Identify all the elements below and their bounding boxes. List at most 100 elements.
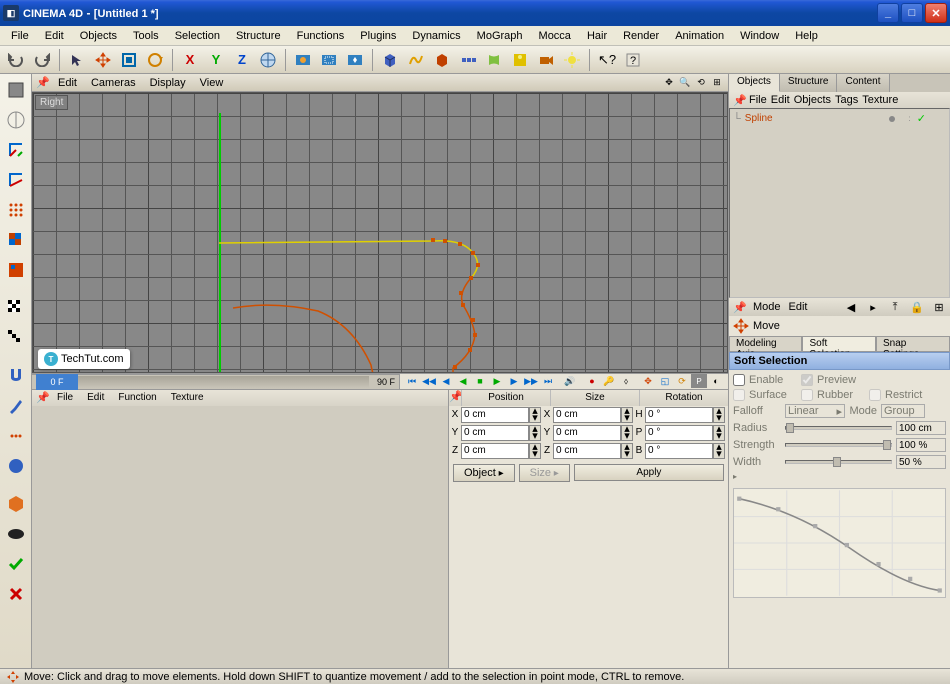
- mat-menu-function[interactable]: Function: [113, 391, 161, 404]
- spinner[interactable]: ▴▾: [713, 425, 725, 441]
- spinner[interactable]: ▴▾: [713, 443, 725, 459]
- magnet-tool[interactable]: [2, 362, 30, 390]
- menu-animation[interactable]: Animation: [668, 28, 731, 44]
- falloff-select[interactable]: Linear▸: [785, 404, 845, 418]
- environment-object[interactable]: [508, 48, 532, 72]
- model-mode[interactable]: [2, 76, 30, 104]
- brush-tool[interactable]: [2, 392, 30, 420]
- up-level-icon[interactable]: ⤒: [888, 300, 902, 314]
- pin-icon[interactable]: 📌: [733, 94, 745, 107]
- radius-slider[interactable]: [785, 426, 892, 430]
- history-fwd-icon[interactable]: ▸: [866, 300, 880, 314]
- edge-mode[interactable]: [2, 166, 30, 194]
- undo-button[interactable]: [4, 48, 28, 72]
- menu-structure[interactable]: Structure: [229, 28, 288, 44]
- cube-primitive[interactable]: [378, 48, 402, 72]
- object-axis-mode[interactable]: [2, 106, 30, 134]
- render-view[interactable]: [291, 48, 315, 72]
- autokey-button[interactable]: 🔑: [601, 374, 617, 388]
- polygon-mode[interactable]: [2, 196, 30, 224]
- menu-selection[interactable]: Selection: [168, 28, 227, 44]
- key-param-button[interactable]: P: [691, 374, 707, 388]
- play-back-button[interactable]: ◀: [455, 374, 471, 388]
- tab-soft-selection[interactable]: Soft Selection: [802, 336, 876, 352]
- y-axis-lock[interactable]: Y: [204, 48, 228, 72]
- reject-tool[interactable]: [2, 580, 30, 608]
- spinner[interactable]: ▴▾: [713, 407, 725, 423]
- viewport-menu-display[interactable]: Display: [144, 76, 192, 90]
- move-tool[interactable]: [91, 48, 115, 72]
- obj-menu-tags[interactable]: Tags: [835, 94, 858, 106]
- menu-icon[interactable]: ⊞: [932, 300, 946, 314]
- rotate-tool[interactable]: [143, 48, 167, 72]
- menu-render[interactable]: Render: [616, 28, 666, 44]
- help-pointer[interactable]: ↖?: [595, 48, 619, 72]
- redo-button[interactable]: [30, 48, 54, 72]
- history-back-icon[interactable]: ◀: [844, 300, 858, 314]
- falloff-curve[interactable]: [733, 488, 946, 598]
- mat-menu-texture[interactable]: Texture: [166, 391, 209, 404]
- render-settings[interactable]: [343, 48, 367, 72]
- make-editable[interactable]: [2, 490, 30, 518]
- strength-input[interactable]: [896, 438, 946, 452]
- coord-size-select[interactable]: Size ▸: [519, 464, 570, 482]
- menu-plugins[interactable]: Plugins: [353, 28, 403, 44]
- viewport-move-icon[interactable]: ✥: [662, 76, 676, 90]
- tree-item-spline[interactable]: └ Spline : ✓: [732, 111, 947, 126]
- timeline[interactable]: 0 F 90 F: [32, 374, 399, 390]
- radius-input[interactable]: [896, 421, 946, 435]
- mat-menu-file[interactable]: File: [52, 391, 78, 404]
- menu-mocca[interactable]: Mocca: [532, 28, 578, 44]
- maximize-button[interactable]: □: [901, 3, 923, 23]
- next-frame-button[interactable]: ▶: [506, 374, 522, 388]
- pin-icon[interactable]: 📌: [449, 390, 461, 406]
- lock-icon[interactable]: 🔒: [910, 300, 924, 314]
- sound-button[interactable]: 🔊: [562, 374, 578, 388]
- pos-z-input[interactable]: [461, 443, 529, 459]
- camera-object[interactable]: [534, 48, 558, 72]
- menu-hair[interactable]: Hair: [580, 28, 614, 44]
- spinner[interactable]: ▴▾: [621, 443, 633, 459]
- scale-tool[interactable]: [117, 48, 141, 72]
- menu-dynamics[interactable]: Dynamics: [405, 28, 467, 44]
- spinner[interactable]: ▴▾: [621, 425, 633, 441]
- viewport-pin-icon[interactable]: 📌: [36, 76, 50, 90]
- mat-menu-edit[interactable]: Edit: [82, 391, 109, 404]
- prev-frame-button[interactable]: ◀: [438, 374, 454, 388]
- pin-icon[interactable]: 📌: [733, 301, 745, 314]
- coord-system[interactable]: [256, 48, 280, 72]
- size-y-input[interactable]: [553, 425, 621, 441]
- viewport-menu-view[interactable]: View: [194, 76, 230, 90]
- obj-menu-file[interactable]: File: [749, 94, 767, 106]
- spinner[interactable]: ▴▾: [621, 407, 633, 423]
- key-rot-button[interactable]: ⟳: [674, 374, 690, 388]
- strength-slider[interactable]: [785, 443, 892, 447]
- menu-window[interactable]: Window: [733, 28, 786, 44]
- size-x-input[interactable]: [553, 407, 621, 423]
- menu-help[interactable]: Help: [788, 28, 825, 44]
- object-tree[interactable]: └ Spline : ✓: [729, 108, 950, 298]
- checker-tool[interactable]: [2, 294, 30, 322]
- width-input[interactable]: [896, 455, 946, 469]
- enable-checkbox[interactable]: [733, 374, 745, 386]
- uv-points-mode[interactable]: [2, 256, 30, 284]
- deformer-object[interactable]: [482, 48, 506, 72]
- key-pos-button[interactable]: ✥: [640, 374, 656, 388]
- viewport-rotate-icon[interactable]: ⟲: [694, 76, 708, 90]
- viewport-toggle-icon[interactable]: ⊞: [710, 76, 724, 90]
- pos-x-input[interactable]: [461, 407, 529, 423]
- key-options[interactable]: ⬨: [618, 374, 634, 388]
- visibility-check-icon[interactable]: ✓: [917, 112, 926, 125]
- accept-tool[interactable]: [2, 550, 30, 578]
- menu-edit[interactable]: Edit: [38, 28, 71, 44]
- key-pla-button[interactable]: ◐: [708, 374, 724, 388]
- pos-y-input[interactable]: [461, 425, 529, 441]
- checker-tool-2[interactable]: [2, 324, 30, 352]
- rot-b-input[interactable]: [645, 443, 713, 459]
- menu-tools[interactable]: Tools: [126, 28, 166, 44]
- timeline-marker[interactable]: 0 F: [36, 374, 78, 390]
- viewport-zoom-icon[interactable]: 🔍: [678, 76, 692, 90]
- size-z-input[interactable]: [553, 443, 621, 459]
- spinner[interactable]: ▴▾: [529, 425, 541, 441]
- menu-file[interactable]: File: [4, 28, 36, 44]
